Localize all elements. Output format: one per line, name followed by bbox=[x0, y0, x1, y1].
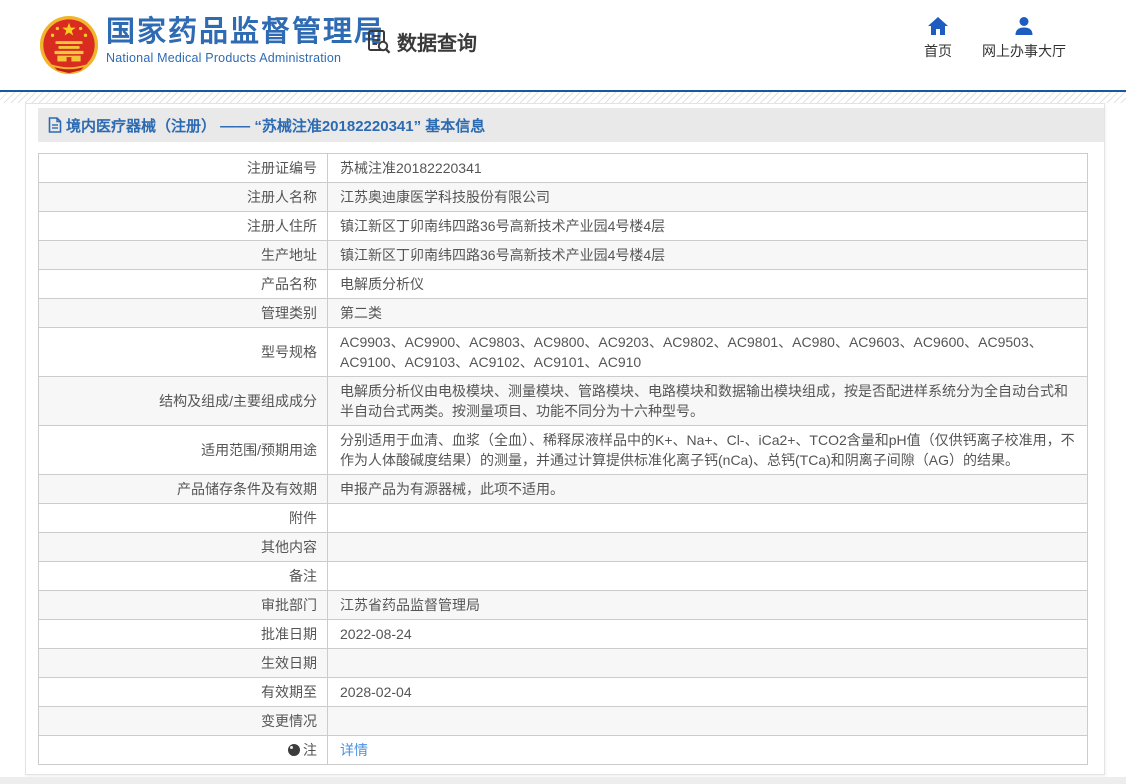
table-row: 注册证编号苏械注准20182220341 bbox=[39, 154, 1088, 183]
row-value: 2028-02-04 bbox=[328, 678, 1088, 707]
nav-item-online-hall[interactable]: 网上办事大厅 bbox=[976, 16, 1072, 61]
row-value: 2022-08-24 bbox=[328, 620, 1088, 649]
data-query-icon bbox=[366, 29, 392, 55]
brand-text: 国家药品监督管理局 National Medical Products Admi… bbox=[106, 16, 385, 65]
row-label: 有效期至 bbox=[39, 678, 328, 707]
row-value: 江苏奥迪康医学科技股份有限公司 bbox=[328, 183, 1088, 212]
row-label: 生效日期 bbox=[39, 649, 328, 678]
row-value: 江苏省药品监督管理局 bbox=[328, 591, 1088, 620]
row-label: 生产地址 bbox=[39, 241, 328, 270]
table-row: 生效日期 bbox=[39, 649, 1088, 678]
hatched-strip bbox=[0, 92, 1126, 103]
home-icon bbox=[927, 16, 949, 36]
table-row: 审批部门江苏省药品监督管理局 bbox=[39, 591, 1088, 620]
row-value: AC9903、AC9900、AC9803、AC9800、AC9203、AC980… bbox=[328, 328, 1088, 377]
nav-home-label: 首页 bbox=[912, 41, 964, 61]
table-row: 结构及组成/主要组成成分电解质分析仪由电极模块、测量模块、管路模块、电路模块和数… bbox=[39, 377, 1088, 426]
note-balloon-icon bbox=[288, 744, 300, 756]
row-label: 批准日期 bbox=[39, 620, 328, 649]
site-title: 国家药品监督管理局 bbox=[106, 16, 385, 48]
table-row: 备注 bbox=[39, 562, 1088, 591]
nav-hall-label: 网上办事大厅 bbox=[976, 41, 1072, 61]
table-row: 变更情况 bbox=[39, 707, 1088, 736]
row-label: 型号规格 bbox=[39, 328, 328, 377]
row-value: 分别适用于血清、血浆（全血）、稀释尿液样品中的K+、Na+、Cl-、iCa2+、… bbox=[328, 426, 1088, 475]
registration-info-table: 注册证编号苏械注准20182220341注册人名称江苏奥迪康医学科技股份有限公司… bbox=[38, 153, 1088, 765]
details-link[interactable]: 详情 bbox=[340, 742, 368, 758]
row-label: 结构及组成/主要组成成分 bbox=[39, 377, 328, 426]
row-value: 申报产品为有源器械，此项不适用。 bbox=[328, 475, 1088, 504]
row-value: 镇江新区丁卯南纬四路36号高新技术产业园4号楼4层 bbox=[328, 212, 1088, 241]
page-title: 境内医疗器械（注册） —— “苏械注准20182220341” 基本信息 bbox=[66, 115, 485, 136]
row-label: 审批部门 bbox=[39, 591, 328, 620]
content-panel: 境内医疗器械（注册） —— “苏械注准20182220341” 基本信息 注册证… bbox=[25, 103, 1105, 775]
site-subtitle: National Medical Products Administration bbox=[106, 51, 385, 65]
row-label: 附件 bbox=[39, 504, 328, 533]
page-bottom-strip bbox=[0, 777, 1126, 784]
table-row: 产品储存条件及有效期申报产品为有源器械，此项不适用。 bbox=[39, 475, 1088, 504]
table-row: 注册人住所镇江新区丁卯南纬四路36号高新技术产业园4号楼4层 bbox=[39, 212, 1088, 241]
row-value bbox=[328, 649, 1088, 678]
document-icon bbox=[48, 117, 62, 133]
data-query-label: 数据查询 bbox=[397, 27, 477, 56]
info-table-body: 注册证编号苏械注准20182220341注册人名称江苏奥迪康医学科技股份有限公司… bbox=[39, 154, 1088, 765]
row-value: 第二类 bbox=[328, 299, 1088, 328]
table-row: 适用范围/预期用途分别适用于血清、血浆（全血）、稀释尿液样品中的K+、Na+、C… bbox=[39, 426, 1088, 475]
table-row: 其他内容 bbox=[39, 533, 1088, 562]
row-value: 苏械注准20182220341 bbox=[328, 154, 1088, 183]
row-value bbox=[328, 562, 1088, 591]
site-header: 国家药品监督管理局 National Medical Products Admi… bbox=[0, 0, 1126, 90]
table-row: 批准日期2022-08-24 bbox=[39, 620, 1088, 649]
row-label: 注册人名称 bbox=[39, 183, 328, 212]
row-value bbox=[328, 504, 1088, 533]
row-label: 产品名称 bbox=[39, 270, 328, 299]
data-query-section[interactable]: 数据查询 bbox=[366, 27, 477, 56]
row-value: 详情 bbox=[328, 736, 1088, 765]
table-row: 注详情 bbox=[39, 736, 1088, 765]
table-row: 注册人名称江苏奥迪康医学科技股份有限公司 bbox=[39, 183, 1088, 212]
table-row: 产品名称电解质分析仪 bbox=[39, 270, 1088, 299]
row-label: 变更情况 bbox=[39, 707, 328, 736]
row-value: 电解质分析仪 bbox=[328, 270, 1088, 299]
user-icon bbox=[1013, 16, 1035, 36]
row-label: 注册证编号 bbox=[39, 154, 328, 183]
table-row: 生产地址镇江新区丁卯南纬四路36号高新技术产业园4号楼4层 bbox=[39, 241, 1088, 270]
table-row: 型号规格AC9903、AC9900、AC9803、AC9800、AC9203、A… bbox=[39, 328, 1088, 377]
row-value: 电解质分析仪由电极模块、测量模块、管路模块、电路模块和数据输出模块组成，按是否配… bbox=[328, 377, 1088, 426]
row-label: 注册人住所 bbox=[39, 212, 328, 241]
table-row: 管理类别第二类 bbox=[39, 299, 1088, 328]
table-row: 有效期至2028-02-04 bbox=[39, 678, 1088, 707]
row-label: 产品储存条件及有效期 bbox=[39, 475, 328, 504]
row-label: 管理类别 bbox=[39, 299, 328, 328]
table-row: 附件 bbox=[39, 504, 1088, 533]
national-emblem-logo bbox=[38, 12, 100, 78]
row-value bbox=[328, 707, 1088, 736]
row-label: 其他内容 bbox=[39, 533, 328, 562]
page-title-bar: 境内医疗器械（注册） —— “苏械注准20182220341” 基本信息 bbox=[38, 108, 1104, 142]
row-label: 适用范围/预期用途 bbox=[39, 426, 328, 475]
row-value bbox=[328, 533, 1088, 562]
row-label: 注 bbox=[39, 736, 328, 765]
row-value: 镇江新区丁卯南纬四路36号高新技术产业园4号楼4层 bbox=[328, 241, 1088, 270]
nav-item-home[interactable]: 首页 bbox=[912, 16, 964, 61]
row-label: 备注 bbox=[39, 562, 328, 591]
